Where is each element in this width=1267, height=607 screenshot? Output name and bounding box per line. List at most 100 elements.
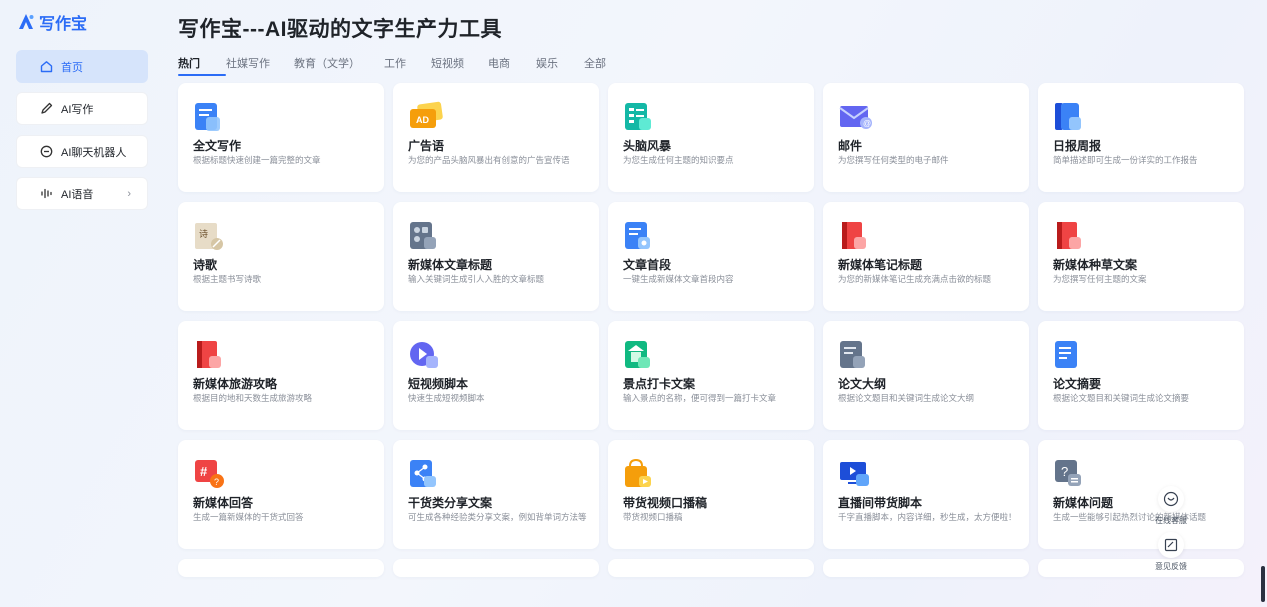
- live-stream-icon: [840, 462, 869, 486]
- document-icon: [195, 103, 220, 131]
- pen-icon: [39, 102, 53, 116]
- tab-entertainment[interactable]: 娱乐: [536, 55, 584, 73]
- svg-text:诗: 诗: [199, 229, 208, 240]
- tool-card-thesis-abstract[interactable]: 论文摘要 根据论文题目和关键词生成论文摘要: [1038, 321, 1244, 430]
- sidebar-item-ai-chatbot[interactable]: AI聊天机器人: [16, 135, 148, 168]
- card-description: 带货视频口播稿: [623, 512, 683, 522]
- tool-card-thesis-outline[interactable]: 论文大纲 根据论文题目和关键词生成论文大纲: [823, 321, 1029, 430]
- card-description: 根据论文题目和关键词生成论文大纲: [838, 393, 975, 403]
- poem-icon: 诗: [195, 223, 223, 250]
- tool-card-scenic-spot[interactable]: 景点打卡文案 输入景点的名称，便可得到一篇打卡文章: [608, 321, 814, 430]
- tool-card-partial[interactable]: [178, 559, 384, 577]
- card-description: 根据目的地和天数生成旅游攻略: [193, 393, 313, 403]
- tab-education[interactable]: 教育（文学）: [294, 55, 384, 73]
- tool-card-slogan[interactable]: AD 广告语 为您的产品头脑风暴出有创意的广告宣传语: [393, 83, 599, 192]
- tool-card-partial[interactable]: [823, 559, 1029, 577]
- card-description: 为您生成任何主题的知识要点: [623, 155, 734, 165]
- video-script-icon: [410, 342, 438, 368]
- logo[interactable]: 写作宝: [17, 10, 87, 34]
- tool-card-first-paragraph[interactable]: 文章首段 一键生成新媒体文章首段内容: [608, 202, 814, 311]
- feedback-label: 意见反馈: [1155, 562, 1187, 571]
- tool-card-share-copy[interactable]: 干货类分享文案 可生成各种经验类分享文案，例如背单词方法等: [393, 440, 599, 549]
- sidebar-item-label: 首页: [61, 61, 83, 74]
- tool-card-article-title[interactable]: 新媒体文章标题 输入关键词生成引人入胜的文章标题: [393, 202, 599, 311]
- card-description: 为您的新媒体笔记生成充满点击欲的标题: [838, 274, 992, 284]
- feedback-button[interactable]: 意见反馈: [1148, 532, 1194, 572]
- sidebar-item-label: AI语音: [61, 188, 94, 201]
- card-title: 文章首段: [623, 258, 672, 272]
- tab-ecommerce[interactable]: 电商: [488, 55, 536, 73]
- card-description: 根据论文题目和关键词生成论文摘要: [1053, 393, 1190, 403]
- card-description: 快速生成短视频脚本: [408, 393, 485, 403]
- tool-card-live-stream[interactable]: 直播间带货脚本 千字直播脚本，内容详细，秒生成，太方便啦！: [823, 440, 1029, 549]
- chat-icon: [39, 145, 53, 159]
- tool-card-shopping-video[interactable]: 带货视频口播稿 带货视频口播稿: [608, 440, 814, 549]
- tool-card-brainstorm[interactable]: 头脑风暴 为您生成任何主题的知识要点: [608, 83, 814, 192]
- tab-short-video[interactable]: 短视频: [431, 55, 488, 73]
- card-title: 新媒体笔记标题: [838, 258, 923, 272]
- tool-card-video-script[interactable]: 短视频脚本 快速生成短视频脚本: [393, 321, 599, 430]
- tab-hot[interactable]: 热门: [178, 55, 226, 76]
- card-title: 干货类分享文案: [408, 496, 493, 510]
- card-description: 简单描述即可生成一份详实的工作报告: [1053, 155, 1198, 165]
- home-icon: [39, 60, 53, 74]
- card-title: 论文摘要: [1053, 377, 1102, 391]
- travel-guide-icon: [197, 341, 221, 368]
- card-title: 短视频脚本: [408, 377, 469, 391]
- sidebar-item-ai-writing[interactable]: AI写作: [16, 92, 148, 125]
- card-description: 生成一些能够引起热烈讨论的新媒体话题: [1053, 512, 1207, 522]
- shopping-video-icon: [625, 458, 651, 487]
- card-title: 新媒体回答: [193, 496, 254, 510]
- tab-social-writing[interactable]: 社媒写作: [226, 55, 294, 73]
- card-title: 新媒体种草文案: [1053, 258, 1138, 272]
- sidebar-item-home[interactable]: 首页: [16, 50, 148, 83]
- note-title-icon: [842, 222, 866, 249]
- card-description: 可生成各种经验类分享文案，例如背单词方法等: [408, 512, 587, 522]
- card-description: 输入景点的名称，便可得到一篇打卡文章: [623, 393, 777, 403]
- question-icon: ?: [1055, 460, 1081, 486]
- tool-card-media-question[interactable]: ? 新媒体问题 生成一些能够引起热烈讨论的新媒体话题: [1038, 440, 1244, 549]
- headset-icon: [1158, 486, 1184, 512]
- tool-card-daily-report[interactable]: 日报周报 简单描述即可生成一份详实的工作报告: [1038, 83, 1244, 192]
- card-description: 千字直播脚本，内容详细，秒生成，太方便啦！: [838, 512, 1017, 522]
- sidebar-item-ai-voice[interactable]: AI语音 ›: [16, 177, 148, 210]
- logo-icon: [19, 14, 34, 29]
- tool-card-partial[interactable]: [1038, 559, 1244, 577]
- svg-text:?: ?: [214, 477, 219, 487]
- tool-card-media-answer[interactable]: #? 新媒体回答 生成一篇新媒体的干货式回答: [178, 440, 384, 549]
- thesis-abstract-icon: [1055, 341, 1077, 368]
- qa-icon: #?: [195, 460, 224, 488]
- tool-card-partial[interactable]: [608, 559, 814, 577]
- edit-icon: [1158, 532, 1184, 558]
- card-title: 带货视频口播稿: [623, 496, 708, 510]
- online-service-button[interactable]: 在线客服: [1148, 486, 1194, 526]
- card-title: 直播间带货脚本: [838, 496, 923, 510]
- tool-card-seeding-copy[interactable]: 新媒体种草文案 为您撰写任何主题的文案: [1038, 202, 1244, 311]
- tool-card-full-writing[interactable]: 全文写作 根据标题快速创建一篇完整的文章: [178, 83, 384, 192]
- scrollbar-thumb[interactable]: [1261, 566, 1265, 602]
- tool-card-email[interactable]: @ 邮件 为您撰写任何类型的电子邮件: [823, 83, 1029, 192]
- card-description: 为您的产品头脑风暴出有创意的广告宣传语: [408, 155, 570, 165]
- tool-card-poem[interactable]: 诗 诗歌 根据主题书写诗歌: [178, 202, 384, 311]
- audio-wave-icon: [39, 187, 53, 201]
- tool-card-note-title[interactable]: 新媒体笔记标题 为您的新媒体笔记生成充满点击欲的标题: [823, 202, 1029, 311]
- logo-text: 写作宝: [39, 16, 88, 33]
- report-icon: [1055, 103, 1081, 130]
- card-title: 新媒体问题: [1053, 496, 1114, 510]
- svg-text:@: @: [863, 119, 871, 128]
- card-title: 景点打卡文案: [623, 377, 696, 391]
- svg-text:?: ?: [1061, 464, 1068, 479]
- card-description: 生成一篇新媒体的干货式回答: [193, 512, 304, 522]
- svg-text:AD: AD: [416, 115, 429, 125]
- card-title: 头脑风暴: [623, 139, 672, 153]
- card-description: 输入关键词生成引人入胜的文章标题: [408, 274, 545, 284]
- card-title: 新媒体文章标题: [408, 258, 493, 272]
- tab-work[interactable]: 工作: [384, 55, 431, 73]
- thesis-outline-icon: [840, 341, 865, 368]
- card-title: 全文写作: [193, 139, 242, 153]
- tab-all[interactable]: 全部: [584, 55, 614, 73]
- tool-card-partial[interactable]: [393, 559, 599, 577]
- tool-card-travel-guide[interactable]: 新媒体旅游攻略 根据目的地和天数生成旅游攻略: [178, 321, 384, 430]
- sidebar: 写作宝 首页 AI写作 AI聊天机器人 AI语音 ›: [0, 0, 160, 607]
- ad-card-icon: AD: [410, 101, 443, 128]
